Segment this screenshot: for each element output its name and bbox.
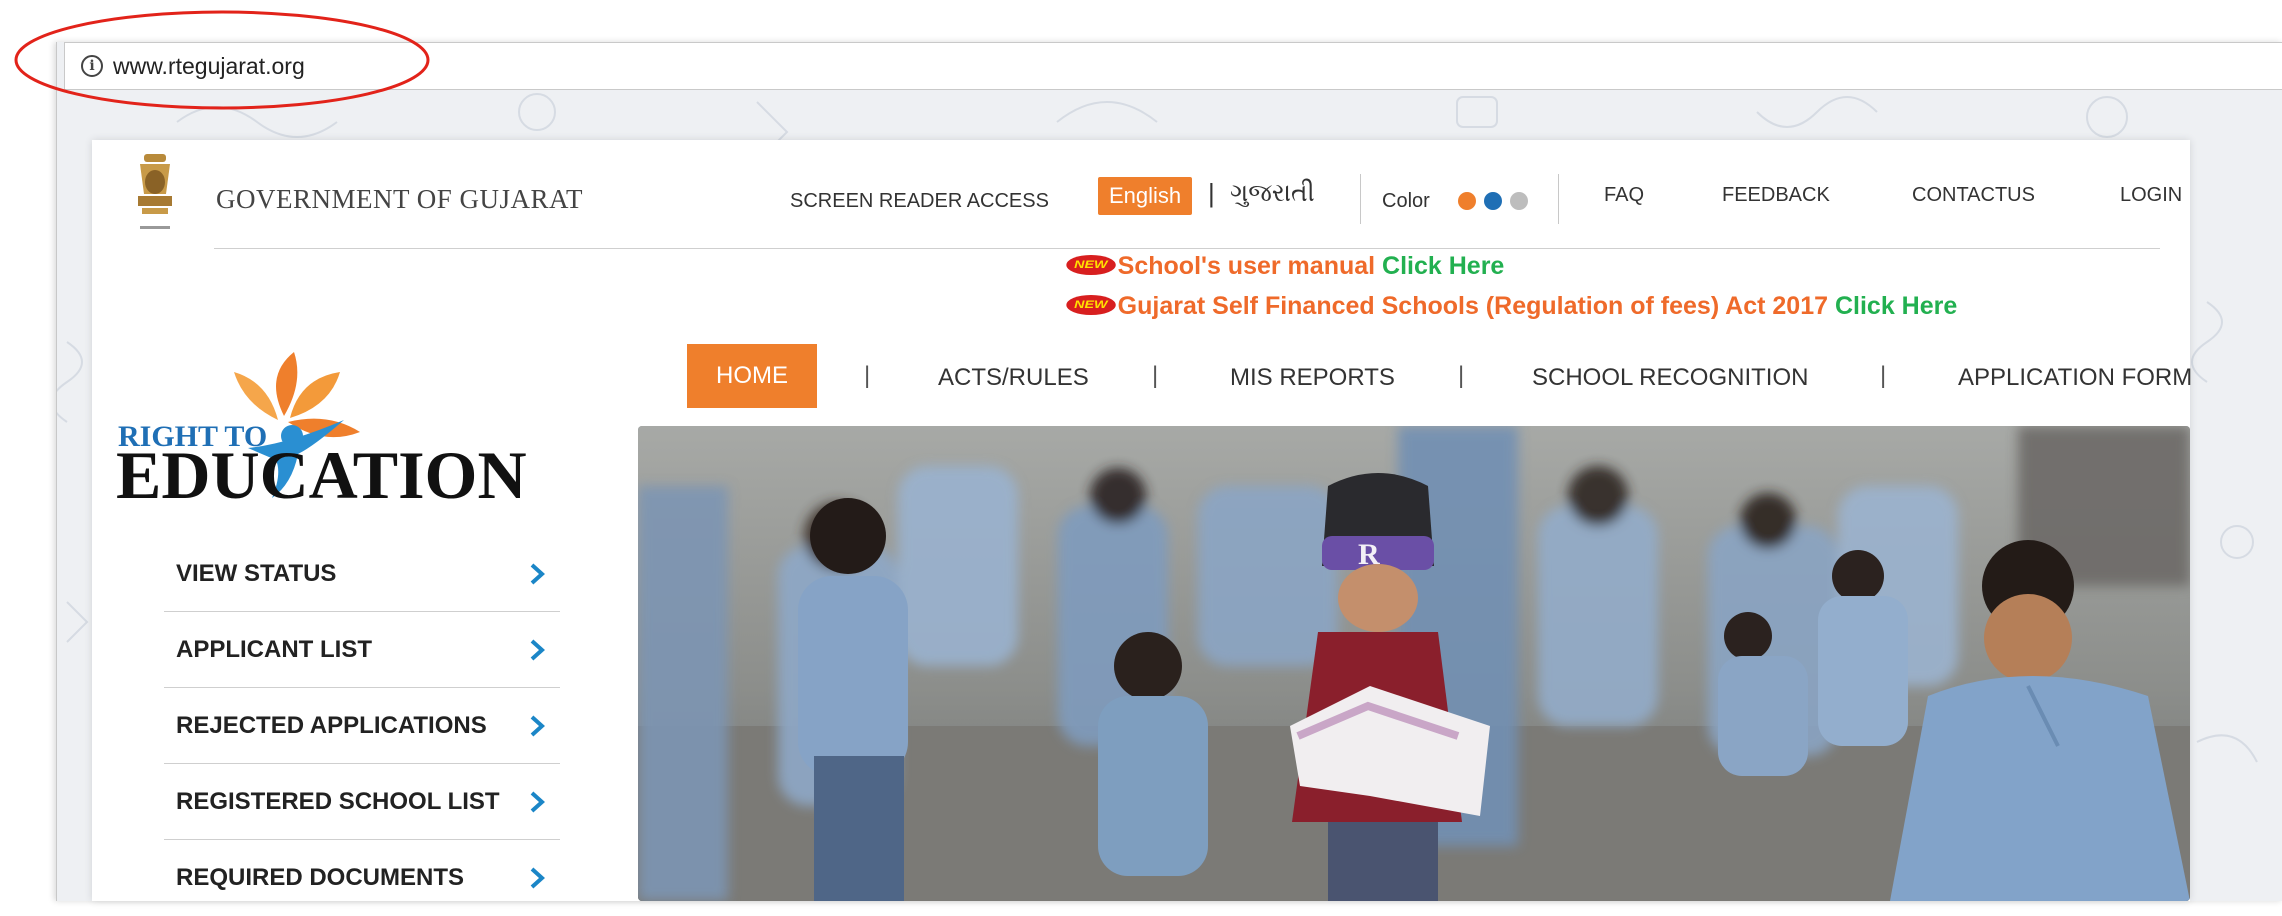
side-menu-view-status[interactable]: VIEW STATUS [164,536,560,612]
chevron-right-icon [530,715,545,737]
children-reading-photo: R [638,426,2190,901]
announcement-text: School's user manual [1117,252,1383,280]
address-bar[interactable]: i www.rtegujarat.org [64,42,2282,90]
side-menu-applicant-list[interactable]: APPLICANT LIST [164,612,560,688]
language-separator: | [1208,178,1215,208]
gujarati-language-button[interactable]: ગુજરાતી [1230,178,1315,208]
side-menu-label: REQUIRED DOCUMENTS [176,864,465,891]
info-icon[interactable]: i [81,55,103,77]
nav-separator: | [1458,362,1465,389]
click-here-link[interactable]: Click Here [1382,252,1504,280]
nav-acts-rules[interactable]: ACTS/RULES [938,364,1089,392]
chevron-right-icon [530,563,545,585]
click-here-link[interactable]: Click Here [1835,292,1957,320]
url-text[interactable]: www.rtegujarat.org [113,53,305,80]
side-menu: VIEW STATUS APPLICANT LIST REJECTED APPL… [164,536,560,916]
web-page: GOVERNMENT OF GUJARAT SCREEN READER ACCE… [92,140,2192,901]
state-emblem-icon [138,154,172,229]
screen-reader-link[interactable]: SCREEN READER ACCESS [790,190,1049,213]
side-menu-rejected-applications[interactable]: REJECTED APPLICATIONS [164,688,560,764]
divider [1360,174,1361,224]
nav-separator: | [1880,362,1887,389]
header-divider [214,248,2160,249]
hero-banner-image: R [638,426,2190,901]
nav-mis-reports[interactable]: MIS REPORTS [1230,364,1395,392]
divider [1558,174,1559,224]
color-label: Color [1382,190,1430,212]
side-menu-label: REGISTERED SCHOOL LIST [176,787,500,815]
side-menu-label: VIEW STATUS [176,559,337,587]
announcement-fees-act: NEW Gujarat Self Financed Schools (Regula… [1066,292,1957,321]
new-badge-icon: NEW [1066,295,1116,316]
chevron-right-icon [530,867,545,889]
feedback-link[interactable]: FEEDBACK [1722,184,1830,207]
contact-us-link[interactable]: CONTACTUS [1912,184,2035,207]
side-menu-label: APPLICANT LIST [176,635,372,663]
nav-application-form[interactable]: APPLICATION FORM [1958,364,2192,392]
side-menu-required-documents[interactable]: REQUIRED DOCUMENTS [164,840,560,916]
color-blue-option[interactable] [1484,192,1502,210]
english-language-button[interactable]: English [1098,177,1193,215]
side-menu-label: REJECTED APPLICATIONS [176,711,487,739]
chevron-right-icon [530,791,545,813]
right-to-education-logo[interactable]: RIGHT TO EDUCATION [116,352,586,502]
nav-school-recognition[interactable]: SCHOOL RECOGNITION [1532,364,1808,392]
chevron-right-icon [530,639,545,661]
nav-separator: | [864,362,871,389]
color-orange-option[interactable] [1458,192,1476,210]
faq-link[interactable]: FAQ [1604,184,1644,207]
government-title: GOVERNMENT OF GUJARAT [216,184,584,214]
nav-home[interactable]: HOME [687,344,817,408]
logo-line2: EDUCATION [116,437,527,502]
nav-separator: | [1152,362,1159,389]
new-badge-icon: NEW [1066,255,1116,276]
announcement-text: Gujarat Self Financed Schools (Regulatio… [1117,292,1835,320]
color-gray-option[interactable] [1510,192,1528,210]
side-menu-registered-school-list[interactable]: REGISTERED SCHOOL LIST [164,764,560,840]
announcement-user-manual: NEW School's user manual Click Here [1066,252,1504,281]
login-link[interactable]: LOGIN [2120,184,2182,207]
